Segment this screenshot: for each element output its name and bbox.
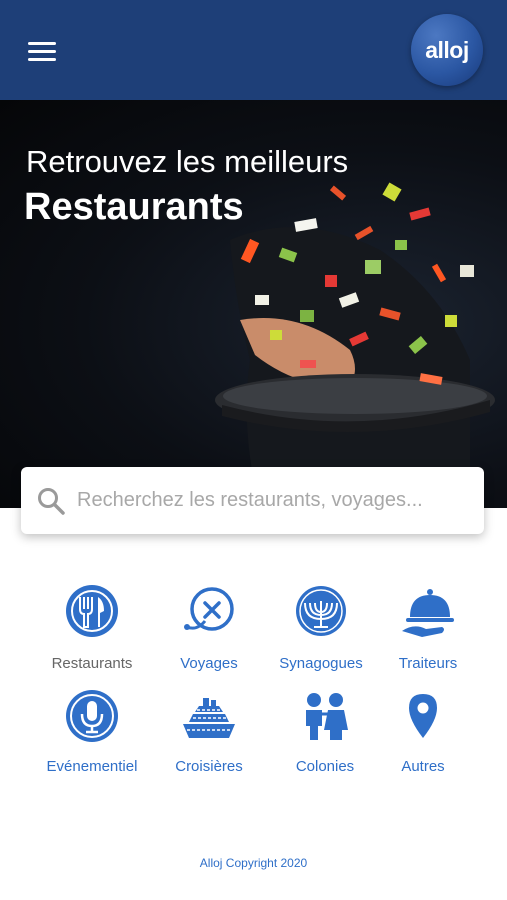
category-label: Colonies [295,758,355,775]
app-header: alloj [0,0,507,100]
microphone-icon [66,690,118,742]
category-label: Restaurants [51,655,133,672]
logo-text: alloj [425,36,469,63]
category-label: Traiteurs [398,655,458,672]
airplane-icon [184,587,234,631]
cloche-icon [402,589,454,637]
category-label: Voyages [180,655,238,672]
category-croisieres[interactable]: Croisières [154,686,264,775]
children-icon [306,693,348,740]
map-pin-icon [409,694,437,738]
search-input[interactable] [77,477,472,524]
hero-subtitle: Retrouvez les meilleurs [26,144,349,179]
search-icon [38,488,65,515]
category-restaurants[interactable]: Restaurants [37,583,147,672]
category-label: Autres [401,758,445,775]
fork-knife-plate-icon [66,585,118,637]
category-voyages[interactable]: Voyages [154,583,264,672]
menorah-icon [296,586,346,636]
hamburger-menu-icon[interactable] [28,42,56,64]
search-bar[interactable] [21,467,484,534]
category-traiteurs[interactable]: Traiteurs [373,583,483,672]
category-colonies[interactable]: Colonies [270,686,380,775]
cruise-ship-icon [183,698,235,738]
hero-banner: Retrouvez les meilleurs Restaurants [0,100,507,508]
category-label: Croisières [175,758,243,775]
hero-title: Restaurants [24,186,244,228]
category-label: Synagogues [279,655,363,672]
category-synagogues[interactable]: Synagogues [266,583,376,672]
copyright-footer: Alloj Copyright 2020 [199,856,308,870]
category-evenementiel[interactable]: Evénementiel [37,686,147,775]
category-label: Evénementiel [46,758,138,775]
alloj-logo[interactable]: alloj [411,14,483,86]
category-autres[interactable]: Autres [368,686,478,775]
